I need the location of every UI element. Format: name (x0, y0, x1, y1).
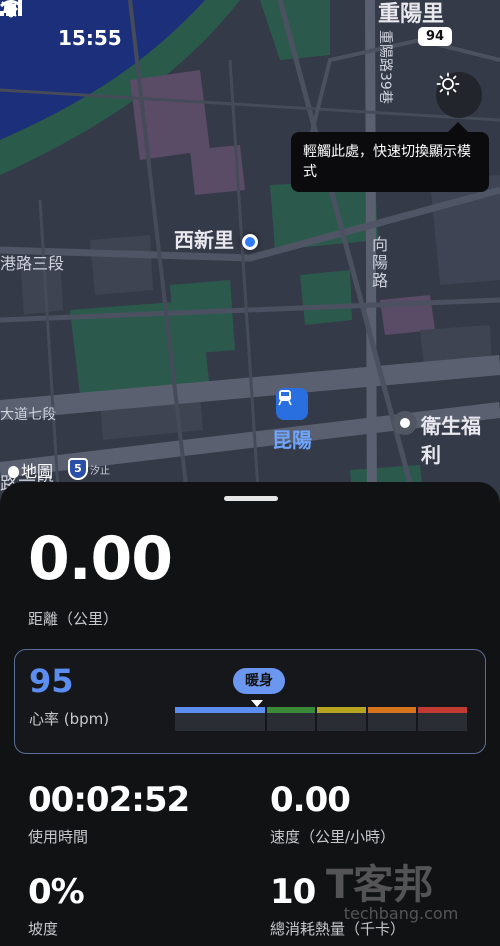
elapsed-time-label: 使用時間 (28, 828, 89, 846)
apple-maps-logo: 地圖 (8, 458, 53, 482)
workout-sheet: 0.00 距離（公里） 95 心率 (bpm) 暖身 00:02:52 使用時間… (0, 482, 500, 946)
heart-rate-zone-badge: 暖身 (233, 668, 285, 694)
heart-rate-label: 心率 (bpm) (29, 710, 110, 728)
speed-value: 0.00 (270, 780, 351, 820)
map-label-station: 昆陽 (272, 428, 312, 452)
highway-shield-number: 5 (68, 458, 88, 480)
map-label-neighborhood: 重陽里 (378, 2, 445, 27)
tooltip-arrow (448, 122, 468, 132)
sun-icon (436, 72, 460, 96)
current-location-icon (242, 234, 258, 250)
apple-icon (8, 466, 19, 478)
map-label-neighborhood: 西新里 (174, 228, 234, 252)
watermark-site: techbang.com (343, 904, 459, 923)
distance-label: 距離（公里） (28, 610, 119, 628)
zone-segment (266, 707, 316, 731)
zone-segment (175, 707, 265, 731)
watermark: T客邦 techbang.com (316, 852, 486, 942)
map-view[interactable]: 15:55 94 重陽里 重陽路39巷 西新里 港路三段 向陽路 大道七段 路六… (0, 0, 500, 520)
poi-pin-icon[interactable] (393, 411, 417, 435)
display-mode-button[interactable] (436, 72, 482, 118)
heart-rate-zone-bar (175, 707, 467, 731)
elapsed-time-value: 00:02:52 (28, 780, 190, 820)
highway-shield: 5 汐止 (68, 458, 116, 480)
maps-logo-text: 地圖 (21, 462, 54, 481)
incline-label: 坡度 (28, 920, 59, 938)
map-label-poi: 衛生福利 (421, 414, 481, 467)
sheet-grabber[interactable] (224, 496, 278, 501)
metro-station-icon[interactable] (276, 388, 308, 420)
distance-value: 0.00 (28, 524, 173, 594)
heart-rate-card[interactable]: 95 心率 (bpm) 暖身 (14, 649, 486, 754)
zone-segment (418, 707, 467, 731)
map-label-road: 港路三段 (0, 254, 65, 273)
zone-marker-icon (251, 700, 263, 707)
battery-indicator: 94 (418, 27, 452, 46)
highway-shield-label: 汐止 (90, 466, 110, 477)
zone-segment (367, 707, 417, 731)
zone-segment (317, 707, 366, 731)
incline-value: 0% (28, 872, 85, 912)
watermark-logo: T客邦 (326, 862, 434, 908)
status-time: 15:55 (58, 26, 122, 50)
speed-label: 速度（公里/小時） (270, 828, 396, 846)
display-mode-tooltip[interactable]: 輕觸此處，快速切換顯示模式 (291, 132, 489, 192)
heart-rate-value: 95 (29, 662, 74, 700)
calories-value: 10 (270, 872, 316, 912)
map-label-road: 重陽路39巷 (377, 30, 393, 104)
wifi-icon (0, 0, 22, 18)
map-label-road: 向陽路 (372, 235, 389, 290)
map-label-road: 大道七段 (0, 407, 56, 423)
